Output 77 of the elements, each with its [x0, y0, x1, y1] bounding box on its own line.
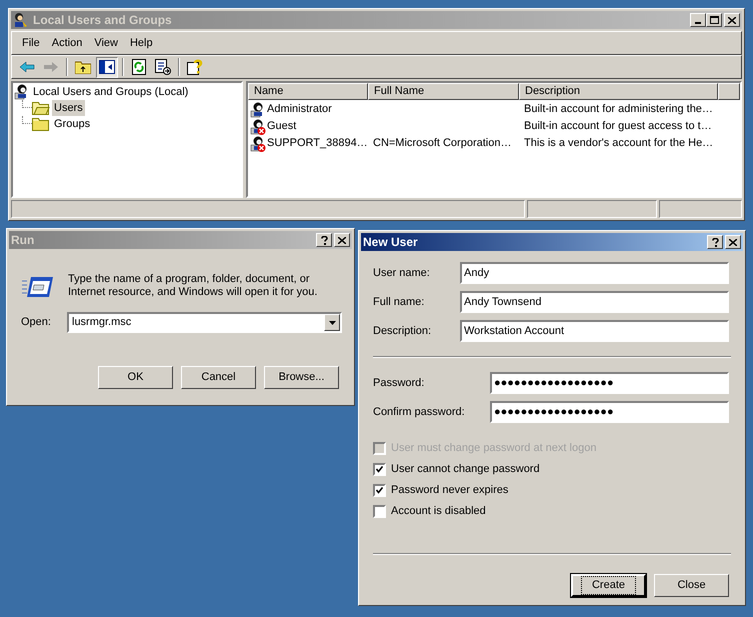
window-title: Local Users and Groups [33, 12, 173, 29]
checkmark-icon [376, 466, 383, 473]
run-instructions: Type the name of a program, folder, document, or Internet resource, and Windows will open it for you. [68, 273, 318, 299]
text-field[interactable]: Andy [460, 262, 729, 284]
table-cell: This is a vendor's account for the He… [524, 137, 714, 150]
minimize-button[interactable] [690, 13, 706, 27]
table-cell-text: Administrator [267, 102, 332, 118]
toolbar-button[interactable] [152, 56, 174, 78]
dialog-button[interactable]: Browse... [264, 366, 339, 389]
field-label: Full name: [373, 294, 426, 310]
refresh-icon [132, 59, 146, 75]
column-header[interactable]: Name [248, 83, 368, 100]
question-icon [712, 238, 718, 246]
close-icon [729, 238, 737, 246]
table-cell-text: Guest [267, 119, 296, 134]
question-icon [320, 236, 328, 244]
table-cell: Built-in account for administering the… [524, 103, 713, 116]
dialog-button[interactable]: Create [571, 574, 646, 597]
toolbar-button[interactable] [96, 56, 118, 78]
column-header[interactable]: Description [519, 83, 718, 100]
close-button[interactable] [724, 13, 740, 27]
folder-icon [32, 117, 50, 131]
field-label: Description: [373, 324, 432, 339]
table-cell: CN=Microsoft Corporation… [373, 137, 512, 150]
disabled-user-icon [250, 136, 266, 152]
checkbox[interactable] [373, 505, 386, 518]
close-icon [338, 236, 346, 244]
menu-item[interactable]: View [88, 34, 124, 52]
open-folder-icon [32, 101, 50, 115]
checkbox-label: User cannot change password [391, 462, 540, 478]
password-field[interactable]: ●●●●●●●●●●●●●●●●●● [490, 372, 729, 394]
tree-item[interactable]: Groups [52, 116, 92, 132]
minimize-icon [695, 22, 701, 24]
export-list-icon [155, 59, 171, 75]
close-icon [728, 16, 736, 24]
disabled-user-icon [250, 118, 266, 134]
menu-item[interactable]: Action [46, 34, 88, 52]
menu-item[interactable]: Help [124, 34, 159, 52]
text-field[interactable]: Workstation Account [460, 320, 729, 342]
table-cell-text: SUPPORT_38894… [267, 136, 368, 152]
checkbox[interactable] [373, 463, 386, 476]
menu-item[interactable]: File [16, 34, 46, 52]
checkbox-label: Account is disabled [391, 504, 486, 520]
window-title: Run [11, 232, 36, 249]
forward-arrow-icon [43, 61, 59, 73]
run-window-icon [22, 275, 54, 299]
text-field[interactable]: Andy Townsend [460, 291, 729, 313]
checkbox-label: Password never expires [391, 483, 508, 498]
dialog-button[interactable]: OK [98, 366, 173, 389]
close-button[interactable] [725, 235, 741, 249]
tree-item[interactable]: Local Users and Groups (Local) [33, 84, 188, 100]
users-icon [13, 12, 29, 28]
pane-icon [99, 60, 115, 74]
dialog-button[interactable]: Cancel [181, 366, 256, 389]
column-header[interactable]: Full Name [368, 83, 519, 100]
maximize-icon [710, 16, 718, 24]
field-label: Confirm password: [373, 404, 466, 420]
tree-item[interactable]: Users [52, 100, 85, 116]
folder-up-icon [75, 60, 91, 74]
window-title: New User [363, 234, 419, 251]
dropdown-arrow-icon [328, 320, 336, 324]
password-field[interactable]: ●●●●●●●●●●●●●●●●●● [490, 401, 729, 423]
help-icon [187, 59, 203, 75]
help-button[interactable] [316, 233, 332, 247]
close-button[interactable] [334, 233, 350, 247]
open-combo-box[interactable]: lusrmgr.msc [67, 312, 342, 333]
help-button[interactable] [707, 235, 723, 249]
table-cell: Built-in account for guest access to t… [524, 120, 712, 132]
checkmark-icon [376, 487, 383, 494]
back-arrow-icon [19, 61, 35, 73]
checkbox[interactable] [373, 484, 386, 497]
field-label: Password: [373, 376, 426, 391]
column-header[interactable] [718, 83, 740, 100]
field-label: User name: [373, 266, 431, 281]
maximize-button[interactable] [706, 13, 722, 27]
dialog-button[interactable]: Close [654, 574, 729, 597]
open-label: Open: [21, 315, 52, 330]
